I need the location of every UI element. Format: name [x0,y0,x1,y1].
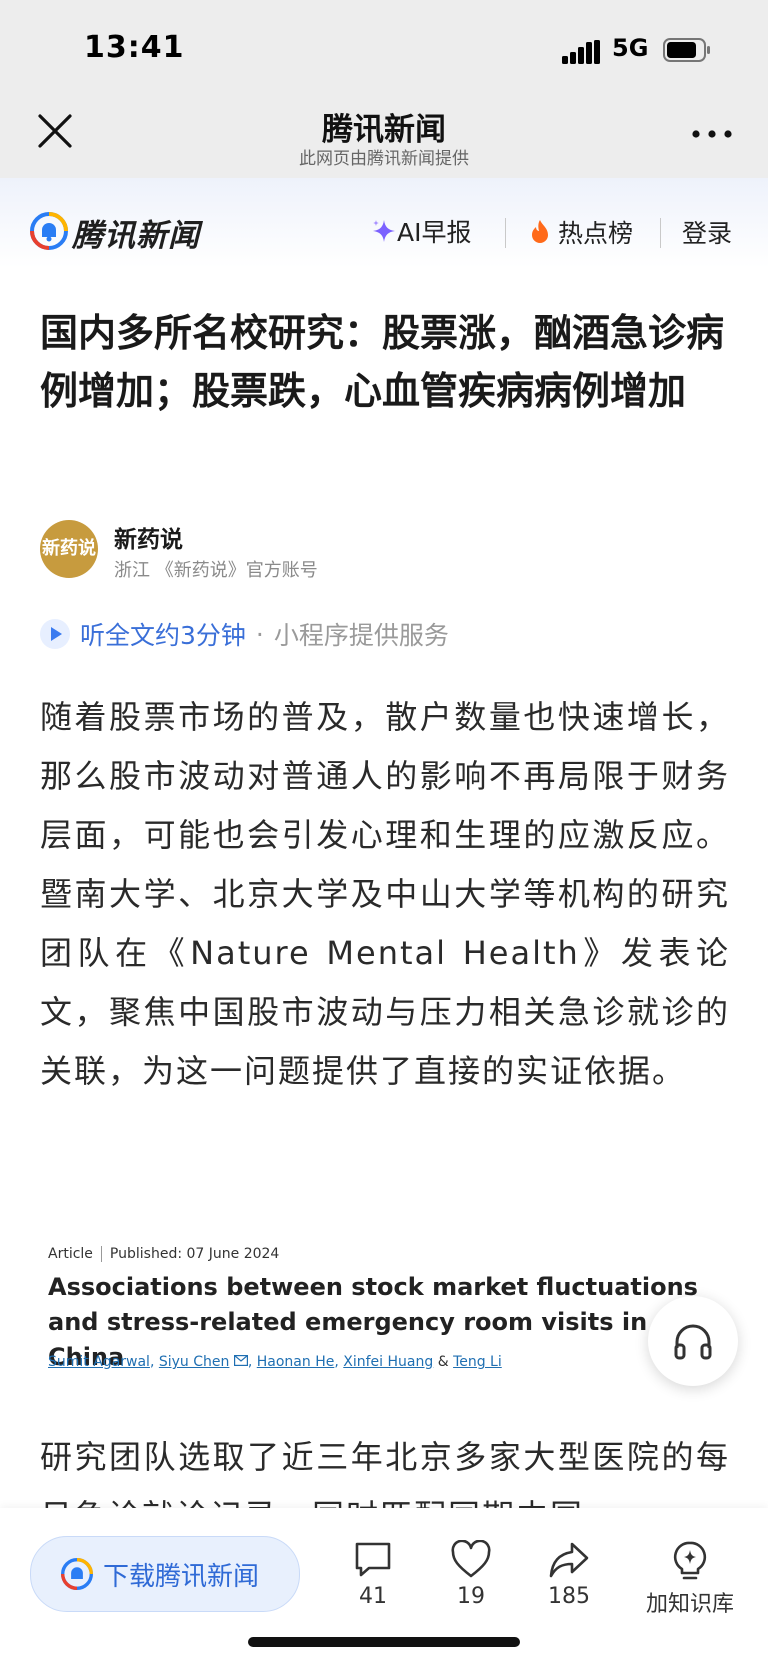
flame-icon [532,220,548,243]
download-label: 下载腾讯新闻 [103,1561,260,1592]
separator-dot: · [255,619,264,649]
comment-button[interactable]: 41 [328,1540,418,1609]
article-title: 国内多所名校研究：股票涨，酗酒急诊病例增加；股票跌，心血管疾病病例增加 [40,311,725,413]
article-paragraph: 研究团队选取了近三年北京多家大型医院的每日急诊就诊记录，同时匹配同期中国 [40,1438,730,1510]
headphones-icon [674,1324,712,1360]
download-app-button[interactable]: 下载腾讯新闻 [30,1536,300,1612]
webview-subtitle: 此网页由腾讯新闻提供 [299,149,469,169]
audio-player-button[interactable] [648,1296,738,1386]
paper-meta: Article Published: 07 June 2024 [48,1246,279,1262]
lightbulb-icon [673,1541,707,1580]
paper-published: Published: 07 June 2024 [109,1246,280,1262]
webview-title: 腾讯新闻 [322,112,446,148]
share-count: 185 [548,1584,590,1609]
hot-list-label: 热点榜 [558,219,634,248]
nav-divider [660,218,661,248]
meta-divider [100,1246,102,1262]
nav-divider [505,218,506,248]
battery-icon [663,38,710,62]
play-icon [40,619,70,649]
article-paragraph: 随着股票市场的普及，散户数量也快速增长，那么股市波动对普通人的影响不再局限于财务… [40,698,730,1090]
paper-type: Article [48,1246,93,1262]
author-avatar[interactable]: 新药说 [40,520,98,578]
home-indicator[interactable] [248,1637,520,1647]
paper-authors: Sumit Agarwal, Siyu Chen , Haonan He, Xi… [48,1354,502,1370]
like-count: 19 [457,1584,485,1609]
brand-logo-text[interactable]: 腾讯新闻 [72,210,200,255]
login-link[interactable]: 登录 [682,214,732,250]
paper-author: Xinfei Huang [343,1354,434,1370]
signal-icon [562,40,600,64]
heart-icon [451,1540,491,1578]
more-icon[interactable] [690,124,734,144]
status-time: 13:41 [84,30,185,65]
comment-count: 41 [359,1584,387,1609]
site-nav: 腾讯新闻 AI早报 热点榜 登录 [0,178,768,268]
mail-icon [233,1355,248,1367]
knowledge-base-label: 加知识库 [645,1592,734,1617]
author-meta: 浙江 《新药说》官方账号 [114,560,318,581]
tencent-news-logo-icon[interactable] [30,212,68,250]
paper-author: Siyu Chen [158,1354,230,1370]
paper-screenshot: Article Published: 07 June 2024 Associati… [40,1240,730,1390]
tencent-news-logo-icon [61,1558,93,1590]
paper-author: Sumit Agarwal [48,1354,150,1370]
listen-service-note: 小程序提供服务 [273,621,449,650]
share-icon [549,1542,589,1578]
comment-icon [355,1542,391,1577]
knowledge-base-button[interactable]: 加知识库 [634,1540,746,1618]
share-button[interactable]: 185 [524,1540,614,1609]
sparkle-icon [373,220,395,242]
listen-full-text[interactable]: 听全文约3分钟 · 小程序提供服务 [40,614,449,654]
author-name[interactable]: 新药说 [114,520,183,554]
like-button[interactable]: 19 [426,1540,516,1609]
listen-label[interactable]: 听全文约3分钟 [80,616,246,652]
network-type: 5G [612,34,649,62]
ai-report-label: AI早报 [397,218,472,247]
paper-author: Haonan He [256,1354,335,1370]
hot-list-link[interactable]: 热点榜 [528,214,633,250]
ai-report-link[interactable]: AI早报 [371,214,471,248]
paper-author: Teng Li [453,1354,502,1370]
